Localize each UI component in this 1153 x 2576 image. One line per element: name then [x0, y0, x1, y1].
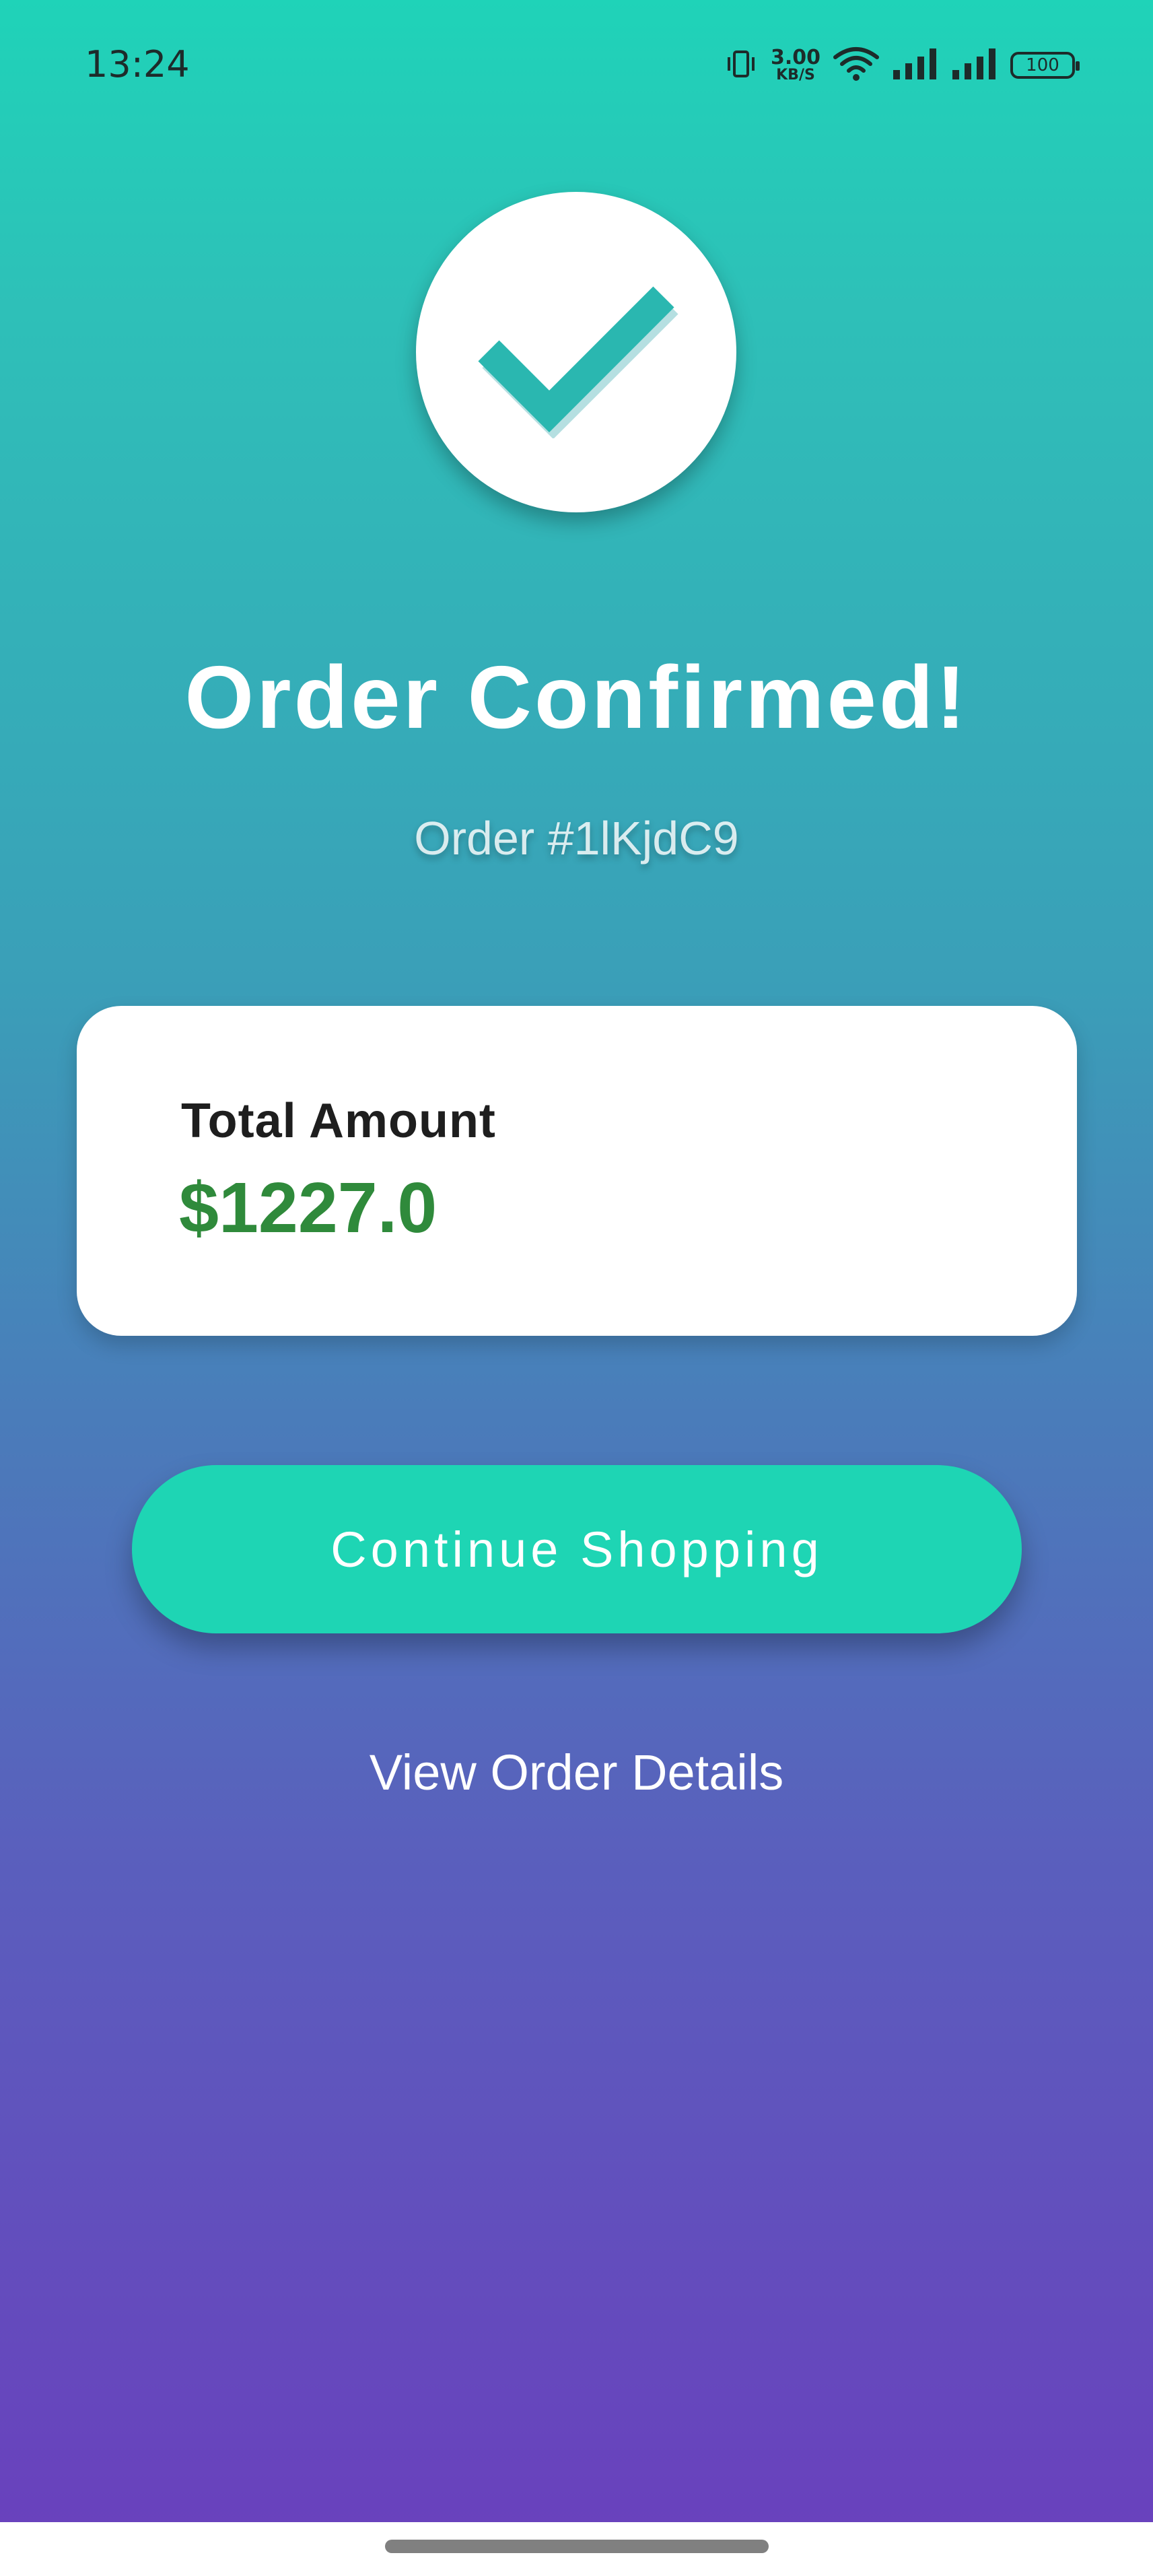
status-bar: 13:24 3.00 KB/S 100 [0, 0, 1153, 135]
status-time: 13:24 [85, 43, 190, 86]
continue-shopping-button[interactable]: Continue Shopping [132, 1465, 1022, 1633]
vibrate-icon [724, 46, 759, 85]
network-speed-value: 3.00 [770, 46, 820, 69]
battery-icon: 100 [1010, 52, 1080, 79]
total-amount-label: Total Amount [181, 1094, 496, 1148]
total-amount-card: Total Amount $1227.0 [77, 1006, 1077, 1336]
network-speed-unit: KB/S [776, 67, 815, 83]
view-order-details-link[interactable]: View Order Details [0, 1744, 1153, 1801]
home-indicator[interactable] [385, 2540, 769, 2553]
wifi-icon [833, 45, 880, 86]
order-number: Order #1lKjdC9 [414, 812, 739, 865]
status-icons: 3.00 KB/S 100 [724, 42, 1080, 89]
network-speed: 3.00 KB/S [771, 48, 820, 83]
check-icon [462, 263, 691, 442]
order-confirmation-screen: 13:24 3.00 KB/S 100 Order Confirmed! Ord… [0, 0, 1153, 2576]
signal-icon [892, 47, 939, 84]
page-title: Order Confirmed! [184, 648, 969, 747]
success-badge [416, 192, 736, 512]
navigation-bar [0, 2522, 1153, 2576]
signal-icon [951, 47, 998, 84]
total-amount-value: $1227.0 [179, 1168, 438, 1248]
